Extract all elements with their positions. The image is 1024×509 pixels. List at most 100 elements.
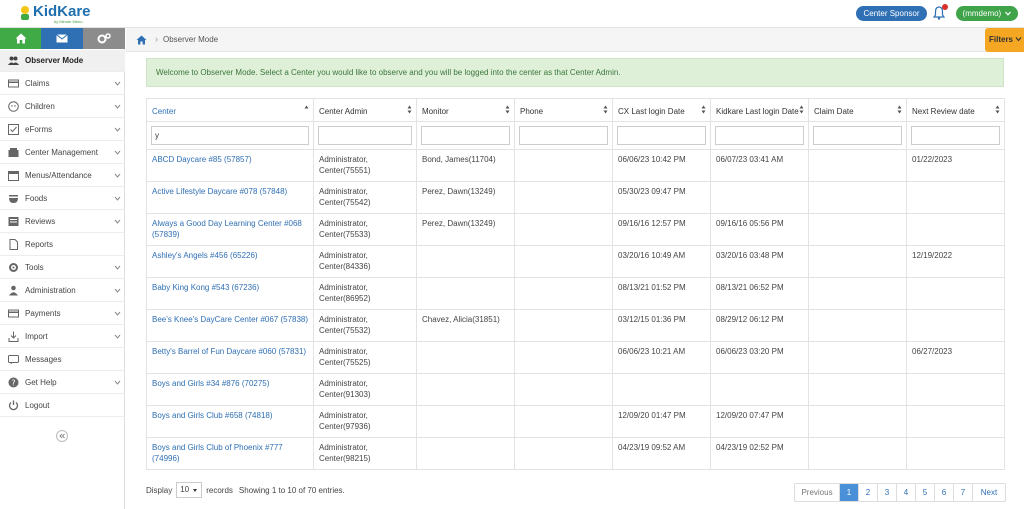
table-row[interactable]: Ashley's Angels #456 (65226) Administrato… [146, 245, 1005, 278]
center-name-link[interactable]: Boys and Girls Club #658 (74818) [146, 405, 314, 438]
column-header[interactable]: Center Admin [313, 98, 417, 122]
center-name-link[interactable]: Ashley's Angels #456 (65226) [146, 245, 314, 278]
pagination-page[interactable]: 1 [840, 484, 859, 501]
table-row[interactable]: Always a Good Day Learning Center #068 (… [146, 213, 1005, 246]
pagination-page[interactable]: 4 [897, 484, 916, 501]
chevron-down-icon [114, 311, 121, 316]
center-admin-cell: Administrator, Center(98215) [313, 437, 417, 470]
sidebar-item-label: Messages [25, 355, 62, 364]
center-name-link[interactable]: Boys and Girls #34 #876 (70275) [146, 373, 314, 406]
pagination-page[interactable]: 6 [935, 484, 954, 501]
pagination-page[interactable]: 5 [916, 484, 935, 501]
table-row[interactable]: Baby King Kong #543 (67236) Administrator… [146, 277, 1005, 310]
column-filter-input[interactable] [715, 126, 804, 145]
center-name-link[interactable]: Betty's Barrel of Fun Daycare #060 (5783… [146, 341, 314, 374]
sidebar-item-label: eForms [25, 125, 53, 134]
column-header[interactable]: Next Review date [906, 98, 1005, 122]
sidebar-collapse-button[interactable] [56, 430, 68, 442]
column-filter-input[interactable] [519, 126, 608, 145]
pagination: Previous 1 2 3 4 5 6 7 Next [794, 483, 1006, 502]
user-menu-button[interactable]: (mmdemo) [956, 6, 1018, 21]
sort-arrows-icon [407, 105, 412, 114]
center-name-link[interactable]: Always a Good Day Learning Center #068 (… [146, 213, 314, 246]
sidebar-item-claims[interactable]: Claims [0, 73, 125, 95]
column-header[interactable]: Monitor [416, 98, 515, 122]
kidkare-logo[interactable]: KidKare by Minute Menu [18, 2, 98, 26]
breadcrumb-current: Observer Mode [163, 35, 219, 44]
filter-cell [313, 121, 417, 150]
sidebar-item-observer-mode[interactable]: Observer Mode [0, 50, 125, 72]
pagination-previous[interactable]: Previous [795, 484, 840, 501]
table-row[interactable]: Active Lifestyle Daycare #078 (57848) Adm… [146, 181, 1005, 214]
column-header-label: Center Admin [319, 107, 368, 116]
sidebar-item-children[interactable]: Children [0, 96, 125, 118]
column-filter-input[interactable] [421, 126, 510, 145]
sort-arrows-icon [799, 105, 804, 114]
column-filter-input[interactable] [617, 126, 706, 145]
sidebar-item-label: Menus/Attendance [25, 171, 92, 180]
tab-messages[interactable] [41, 28, 83, 49]
column-filter-input[interactable] [813, 126, 902, 145]
users-icon [8, 56, 19, 65]
pagination-next[interactable]: Next [973, 484, 1005, 501]
column-header[interactable]: Claim Date [808, 98, 907, 122]
pagination-page[interactable]: 3 [878, 484, 897, 501]
sidebar-item-get-help[interactable]: ? Get Help [0, 372, 125, 394]
table-row[interactable]: Boys and Girls #34 #876 (70275) Administr… [146, 373, 1005, 406]
pagination-page[interactable]: 7 [954, 484, 973, 501]
monitor-cell [416, 405, 515, 438]
table-row[interactable]: ABCD Daycare #85 (57857) Administrator, C… [146, 149, 1005, 182]
sidebar-item-payments[interactable]: Payments [0, 303, 125, 325]
claim-date-cell [808, 373, 907, 406]
cx-last-login-cell: 08/13/21 01:52 PM [612, 277, 711, 310]
table-row[interactable]: Betty's Barrel of Fun Daycare #060 (5783… [146, 341, 1005, 374]
sidebar-item-import[interactable]: Import [0, 326, 125, 348]
child-icon [8, 101, 19, 112]
column-filter-input[interactable] [318, 126, 412, 145]
column-filter-input[interactable] [911, 126, 1000, 145]
tab-home[interactable] [0, 28, 41, 49]
column-header[interactable]: CX Last login Date [612, 98, 711, 122]
caret-down-icon [193, 489, 198, 492]
sidebar-item-messages[interactable]: Messages [0, 349, 125, 371]
phone-cell [514, 245, 613, 278]
breadcrumb: › Observer Mode [126, 28, 1024, 52]
table-header-row: Center Center Admin Monitor Phone CX Last lo… [146, 98, 1005, 122]
sidebar-item-reviews[interactable]: Reviews [0, 211, 125, 233]
center-name-link[interactable]: Baby King Kong #543 (67236) [146, 277, 314, 310]
records-label: records [206, 485, 233, 495]
sidebar-item-center-management[interactable]: Center Management [0, 142, 125, 164]
chevron-down-icon [114, 219, 121, 224]
logo-mark-icon [21, 6, 29, 20]
sidebar-item-label: Get Help [25, 378, 57, 387]
column-filter-input[interactable] [151, 126, 309, 145]
sidebar-item-tools[interactable]: Tools [0, 257, 125, 279]
center-name-link[interactable]: Bee's Knee's DayCare Center #067 (57838) [146, 309, 314, 342]
center-name-link[interactable]: Active Lifestyle Daycare #078 (57848) [146, 181, 314, 214]
sidebar-item-administration[interactable]: Administration [0, 280, 125, 302]
sidebar-item-logout[interactable]: Logout [0, 395, 125, 417]
table-row[interactable]: Boys and Girls Club #658 (74818) Administ… [146, 405, 1005, 438]
page-size-select[interactable]: 10 [176, 482, 203, 498]
sidebar-item-eforms[interactable]: eForms [0, 119, 125, 141]
sidebar-item-foods[interactable]: Foods [0, 188, 125, 210]
chevron-down-icon [114, 104, 121, 109]
filter-cell [710, 121, 809, 150]
center-name-link[interactable]: ABCD Daycare #85 (57857) [146, 149, 314, 182]
column-header[interactable]: Kidkare Last login Date [710, 98, 809, 122]
pagination-page[interactable]: 2 [859, 484, 878, 501]
center-name-link[interactable]: Boys and Girls Club of Phoenix #777 (749… [146, 437, 314, 470]
sidebar-item-reports[interactable]: Reports [0, 234, 125, 256]
home-icon[interactable] [136, 35, 147, 45]
tab-settings[interactable] [83, 28, 125, 49]
sidebar-item-menus-attendance[interactable]: Menus/Attendance [0, 165, 125, 187]
next-review-date-cell [906, 405, 1005, 438]
phone-cell [514, 437, 613, 470]
filters-button[interactable]: Filters [985, 28, 1024, 52]
column-header[interactable]: Phone [514, 98, 613, 122]
column-header[interactable]: Center [146, 98, 314, 122]
center-sponsor-button[interactable]: Center Sponsor [856, 6, 927, 21]
table-row[interactable]: Boys and Girls Club of Phoenix #777 (749… [146, 437, 1005, 470]
logo-tagline: by Minute Menu [54, 19, 83, 24]
table-row[interactable]: Bee's Knee's DayCare Center #067 (57838)… [146, 309, 1005, 342]
